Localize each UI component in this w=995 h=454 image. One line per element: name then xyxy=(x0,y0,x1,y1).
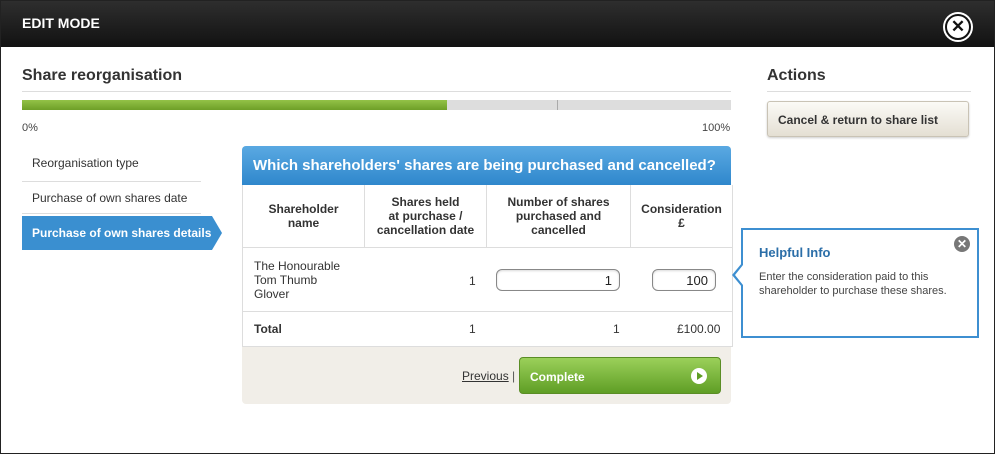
total-shares-held: 1 xyxy=(469,322,476,336)
total-label: Total xyxy=(254,322,282,336)
consideration-input[interactable] xyxy=(652,269,716,291)
shareholder-name: The Honourable Tom Thumb Glover xyxy=(254,259,341,301)
actions-heading: Actions xyxy=(767,67,826,84)
helpful-info-title: Helpful Info xyxy=(759,245,831,260)
edit-mode-dialog: EDIT MODE ✕ Share reorganisation 0% 100%… xyxy=(0,0,995,454)
total-consideration: £100.00 xyxy=(677,322,721,336)
step-label: Purchase of own shares date xyxy=(32,191,188,205)
row-divider xyxy=(243,346,732,347)
close-icon[interactable]: ✕ xyxy=(945,14,971,40)
panel-title: Which shareholders' shares are being pur… xyxy=(242,146,731,185)
panel-title-text: Which shareholders' shares are being pur… xyxy=(253,157,716,174)
shareholders-table: Shareholder name Shares held at purchase… xyxy=(242,185,733,347)
close-icon[interactable]: ✕ xyxy=(954,236,970,252)
step-divider xyxy=(22,213,201,214)
dialog-title: EDIT MODE xyxy=(22,15,100,31)
column-header-shares-purchased: Number of shares purchased and cancelled xyxy=(487,185,631,248)
step-purchase-details[interactable]: Purchase of own shares details xyxy=(22,216,222,250)
column-header-consideration: Consideration £ xyxy=(631,185,732,248)
cancel-return-label: Cancel & return to share list xyxy=(778,113,939,127)
total-shares-purchased: 1 xyxy=(613,322,620,336)
progress-fill xyxy=(22,100,448,110)
progress-tick xyxy=(557,100,558,110)
complete-label: Complete xyxy=(530,370,585,384)
step-divider xyxy=(22,181,201,182)
wizard-heading: Share reorganisation xyxy=(22,67,183,84)
column-header-shareholder: Shareholder name xyxy=(243,185,365,248)
progress-bar xyxy=(22,100,731,110)
heading-divider xyxy=(22,91,731,92)
cancel-return-button[interactable]: Cancel & return to share list xyxy=(767,101,969,137)
arrow-right-icon xyxy=(691,368,707,384)
dialog-titlebar: EDIT MODE ✕ xyxy=(1,1,994,47)
actions-divider xyxy=(767,91,971,92)
step-label: Reorganisation type xyxy=(32,156,139,170)
previous-link[interactable]: Previous xyxy=(462,369,509,383)
shares-purchased-input[interactable] xyxy=(496,269,620,291)
helpful-info-text: Enter the consideration paid to this sha… xyxy=(759,271,947,297)
complete-button[interactable]: Complete xyxy=(519,357,721,394)
step-label: Purchase of own shares details xyxy=(32,226,212,240)
info-pointer-inner xyxy=(735,265,743,285)
progress-min-label: 0% xyxy=(22,122,38,134)
link-separator: | xyxy=(512,369,516,383)
helpful-info-box: Helpful Info Enter the consideration pai… xyxy=(732,228,979,338)
row-divider xyxy=(243,311,732,312)
column-header-shares-held: Shares held at purchase / cancellation d… xyxy=(365,185,487,248)
progress-max-label: 100% xyxy=(702,122,731,134)
shares-held-value: 1 xyxy=(469,274,476,288)
